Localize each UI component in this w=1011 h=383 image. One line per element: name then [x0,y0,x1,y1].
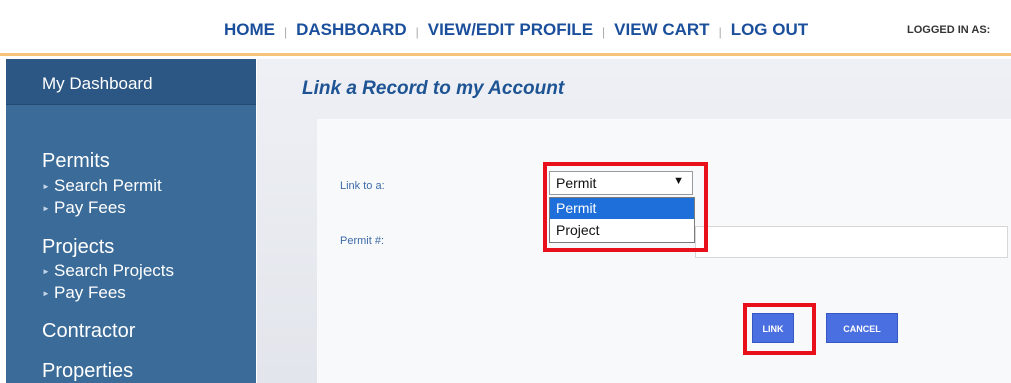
top-navigation: HOME | DASHBOARD | VIEW/EDIT PROFILE | V… [0,0,1011,56]
cancel-button[interactable]: CANCEL [826,313,898,343]
bullet-arrow-icon: ► [42,204,50,213]
permit-number-label: Permit #: [340,235,385,247]
sidebar-item-properties[interactable]: Properties [42,360,133,383]
nav-separator: | [415,25,419,39]
permit-number-input[interactable] [695,226,1008,258]
bullet-arrow-icon: ► [42,267,50,276]
sidebar-item-projects[interactable]: Projects [42,236,114,259]
sidebar-dashboard-label: My Dashboard [42,74,153,93]
nav-dashboard-link[interactable]: DASHBOARD [296,20,407,40]
nav-profile-link[interactable]: VIEW/EDIT PROFILE [428,20,593,40]
sidebar-item-search-permit[interactable]: ► Search Permit [42,177,162,197]
highlight-box-select [543,162,708,252]
nav-separator: | [718,25,722,39]
nav-cart-link[interactable]: VIEW CART [614,20,709,40]
sidebar-item-contractor[interactable]: Contractor [42,320,135,343]
sidebar-sub-label: Search Permit [54,176,162,195]
nav-separator: | [284,25,288,39]
highlight-box-link [743,303,816,355]
nav-links: HOME | DASHBOARD | VIEW/EDIT PROFILE | V… [224,20,808,40]
logged-in-label: LOGGED IN AS: [907,24,991,36]
sidebar: My Dashboard Permits ► Search Permit ► Pay… [6,59,256,383]
sidebar-item-my-dashboard[interactable]: My Dashboard [6,59,256,105]
page-title: Link a Record to my Account [302,78,565,99]
nav-separator: | [602,25,606,39]
sidebar-item-permit-pay-fees[interactable]: ► Pay Fees [42,199,126,219]
sidebar-sub-label: Pay Fees [54,283,126,302]
sidebar-sub-label: Search Projects [54,261,174,280]
sidebar-item-permits[interactable]: Permits [42,150,110,173]
sidebar-sub-label: Pay Fees [54,198,126,217]
bullet-arrow-icon: ► [42,182,50,191]
bullet-arrow-icon: ► [42,289,50,298]
sidebar-item-search-projects[interactable]: ► Search Projects [42,262,174,282]
sidebar-item-project-pay-fees[interactable]: ► Pay Fees [42,284,126,304]
nav-logout-link[interactable]: LOG OUT [731,20,808,40]
nav-home-link[interactable]: HOME [224,20,275,40]
link-to-label: Link to a: [340,180,385,192]
